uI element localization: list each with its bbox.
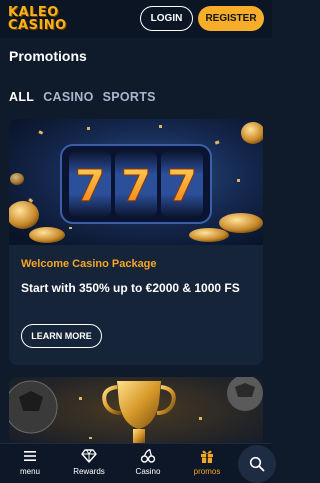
- nav-item-casino[interactable]: Casino: [123, 448, 173, 482]
- slot-machine-777-image: 7 7 7: [9, 119, 263, 245]
- nav-label-menu: menu: [19, 467, 40, 476]
- search-button[interactable]: [238, 445, 276, 483]
- filter-tab-all[interactable]: ALL: [9, 90, 34, 104]
- nav-item-menu[interactable]: menu: [5, 448, 55, 482]
- promo-tag: Welcome Casino Package: [21, 258, 157, 270]
- bottom-navigation: menu Rewards Casino promos: [0, 443, 272, 483]
- reel-digit-1: 7: [75, 161, 106, 212]
- register-button[interactable]: REGISTER: [198, 6, 264, 31]
- promo-filter-tabs: ALL CASINO SPORTS: [9, 90, 156, 104]
- page-title: Promotions: [9, 48, 87, 64]
- nav-item-promos[interactable]: promos: [182, 448, 232, 482]
- filter-tab-sports[interactable]: SPORTS: [103, 90, 156, 104]
- logo-text-casino: CASINO: [8, 18, 67, 33]
- kaleo-casino-logo[interactable]: KALEO CASINO: [8, 4, 67, 34]
- promo-card-welcome-casino: 7 7 7 Welcome Casino Package Start with …: [9, 119, 263, 365]
- promo-description: Start with 350% up to €2000 & 1000 FS: [21, 281, 240, 295]
- diamond-icon: [81, 449, 97, 463]
- nav-label-casino: Casino: [135, 467, 161, 476]
- nav-item-rewards[interactable]: Rewards: [64, 448, 114, 482]
- menu-icon: [24, 451, 36, 461]
- search-icon: [249, 456, 265, 472]
- nav-label-rewards: Rewards: [73, 467, 105, 476]
- reel-digit-3: 7: [167, 161, 198, 212]
- login-button[interactable]: LOGIN: [140, 6, 193, 31]
- filter-tab-casino[interactable]: CASINO: [43, 90, 93, 104]
- gift-icon: [201, 450, 213, 463]
- reel-digit-2: 7: [121, 161, 152, 212]
- top-header: KALEO CASINO LOGIN REGISTER: [0, 0, 272, 38]
- learn-more-button[interactable]: LEARN MORE: [21, 324, 102, 348]
- cherries-icon: [140, 448, 156, 463]
- nav-label-promos: promos: [193, 467, 221, 476]
